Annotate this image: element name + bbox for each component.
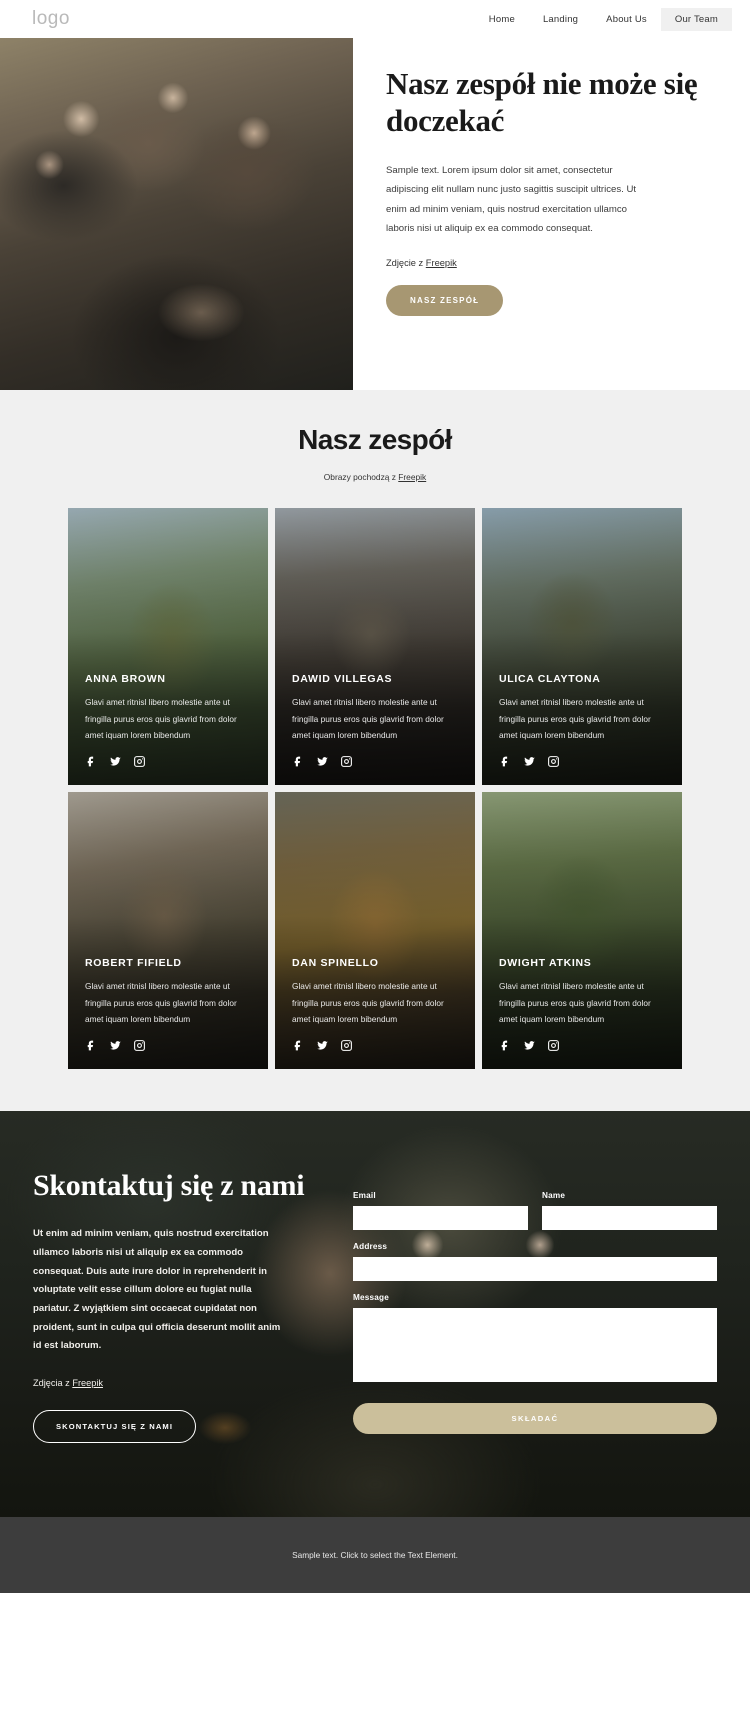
team-card[interactable]: ANNA BROWN Glavi amet ritnisl libero mol… [68,508,268,785]
facebook-icon[interactable] [499,755,512,768]
twitter-icon[interactable] [109,1039,122,1052]
team-section-title: Nasz zespół [298,424,452,455]
submit-button[interactable]: SKŁADAĆ [353,1403,717,1434]
footer-text: Sample text. Click to select the Text El… [292,1550,458,1561]
email-field-group: Email [353,1191,528,1230]
member-socials [85,1039,251,1052]
site-footer: Sample text. Click to select the Text El… [0,1517,750,1594]
contact-left-column: Skontaktuj się z nami Ut enim ad minim v… [33,1169,333,1444]
page-root: logo Home Landing About Us Our Team Nasz… [0,0,750,1594]
facebook-icon[interactable] [292,1039,305,1052]
member-description: Glavi amet ritnisl libero molestie ante … [292,697,444,740]
contact-cta-button[interactable]: SKONTAKTUJ SIĘ Z NAMI [33,1410,197,1444]
member-description: Glavi amet ritnisl libero molestie ante … [499,981,651,1024]
instagram-icon[interactable] [547,1039,560,1052]
email-label: Email [353,1191,376,1200]
hero-credit: Zdjęcie z Freepik [386,258,706,268]
twitter-icon[interactable] [316,1039,329,1052]
contact-paragraph: Ut enim ad minim veniam, quis nostrud ex… [33,1228,281,1352]
nav-item-home[interactable]: Home [475,8,529,31]
member-socials [292,1039,458,1052]
twitter-icon[interactable] [523,755,536,768]
member-info: ULICA CLAYTONA Glavi amet ritnisl libero… [482,673,682,785]
twitter-icon[interactable] [523,1039,536,1052]
member-description: Glavi amet ritnisl libero molestie ante … [85,981,237,1024]
contact-inner: Skontaktuj się z nami Ut enim ad minim v… [0,1169,750,1444]
member-name: DAN SPINELLO [292,957,379,970]
member-socials [292,755,458,768]
member-info: ROBERT FIFIELD Glavi amet ritnisl libero… [68,957,268,1069]
member-name: ANNA BROWN [85,673,166,686]
team-card[interactable]: ULICA CLAYTONA Glavi amet ritnisl libero… [482,508,682,785]
facebook-icon[interactable] [85,1039,98,1052]
address-input[interactable] [353,1257,717,1281]
instagram-icon[interactable] [133,755,146,768]
instagram-icon[interactable] [340,1039,353,1052]
team-subtitle-link[interactable]: Freepik [398,472,426,482]
contact-title: Skontaktuj się z nami [33,1169,305,1202]
nav-item-our-team[interactable]: Our Team [660,7,732,31]
instagram-icon[interactable] [547,755,560,768]
member-socials [499,1039,665,1052]
contact-section: Skontaktuj się z nami Ut enim ad minim v… [0,1111,750,1518]
logo[interactable]: logo [32,8,70,30]
twitter-icon[interactable] [316,755,329,768]
member-name: DAWID VILLEGAS [292,673,393,686]
member-name: ULICA CLAYTONA [499,673,601,686]
message-label: Message [353,1293,389,1302]
facebook-icon[interactable] [499,1039,512,1052]
hero-image [0,38,353,390]
member-name: DWIGHT ATKINS [499,957,592,970]
member-info: DAN SPINELLO Glavi amet ritnisl libero m… [275,957,475,1069]
hero-image-highlights [0,38,353,390]
nav-item-landing[interactable]: Landing [529,8,592,31]
hero-title: Nasz zespół nie może się doczekać [386,66,698,138]
name-field-group: Name [542,1191,717,1230]
form-row-email-name: Email Name [353,1191,717,1242]
hero-cta-button[interactable]: NASZ ZESPÓŁ [386,284,504,316]
member-socials [499,755,665,768]
contact-credit-link[interactable]: Freepik [72,1378,103,1388]
team-section-subtitle: Obrazy pochodzą z Freepik [0,472,750,482]
contact-credit: Zdjęcia z Freepik [33,1378,333,1388]
site-header: logo Home Landing About Us Our Team [0,0,750,38]
member-description: Glavi amet ritnisl libero molestie ante … [499,697,651,740]
team-subtitle-prefix: Obrazy pochodzą z [323,472,399,482]
facebook-icon[interactable] [292,755,305,768]
address-label: Address [353,1242,388,1251]
nav-item-about-us[interactable]: About Us [592,8,661,31]
email-input[interactable] [353,1206,528,1230]
member-info: ANNA BROWN Glavi amet ritnisl libero mol… [68,673,268,785]
team-card[interactable]: DAN SPINELLO Glavi amet ritnisl libero m… [275,792,475,1069]
team-card[interactable]: DAWID VILLEGAS Glavi amet ritnisl libero… [275,508,475,785]
member-info: DWIGHT ATKINS Glavi amet ritnisl libero … [482,957,682,1069]
member-description: Glavi amet ritnisl libero molestie ante … [292,981,444,1024]
name-label: Name [542,1191,566,1200]
twitter-icon[interactable] [109,755,122,768]
team-card[interactable]: DWIGHT ATKINS Glavi amet ritnisl libero … [482,792,682,1069]
member-name: ROBERT FIFIELD [85,957,182,970]
hero-credit-prefix: Zdjęcie z [386,257,426,268]
hero-copy: Nasz zespół nie może się doczekać Sample… [353,38,750,390]
hero-section: Nasz zespół nie może się doczekać Sample… [0,38,750,390]
main-nav: Home Landing About Us Our Team [475,7,732,31]
member-info: DAWID VILLEGAS Glavi amet ritnisl libero… [275,673,475,785]
name-input[interactable] [542,1206,717,1230]
team-grid: ANNA BROWN Glavi amet ritnisl libero mol… [0,508,750,1069]
team-section: Nasz zespół Obrazy pochodzą z Freepik AN… [0,390,750,1111]
facebook-icon[interactable] [85,755,98,768]
message-textarea[interactable] [353,1308,717,1382]
member-description: Glavi amet ritnisl libero molestie ante … [85,697,237,740]
instagram-icon[interactable] [340,755,353,768]
hero-credit-link[interactable]: Freepik [426,258,457,268]
contact-credit-prefix: Zdjęcia z [33,1378,73,1389]
instagram-icon[interactable] [133,1039,146,1052]
message-field-group: Message [353,1293,717,1387]
team-card[interactable]: ROBERT FIFIELD Glavi amet ritnisl libero… [68,792,268,1069]
member-socials [85,755,251,768]
address-field-group: Address [353,1242,717,1281]
hero-paragraph: Sample text. Lorem ipsum dolor sit amet,… [386,165,637,234]
contact-form: Email Name Address Message SKŁADAĆ [353,1169,717,1443]
